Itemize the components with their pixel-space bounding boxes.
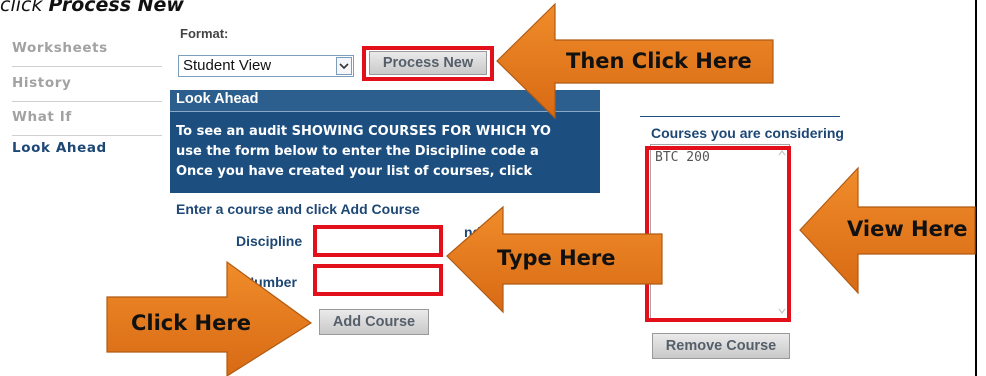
callout-view-here: View Here xyxy=(847,217,968,241)
callout-click-here: Click Here xyxy=(131,311,251,335)
callout-then-click-here: Then Click Here xyxy=(566,49,752,73)
callout-type-here: Type Here xyxy=(497,246,616,270)
